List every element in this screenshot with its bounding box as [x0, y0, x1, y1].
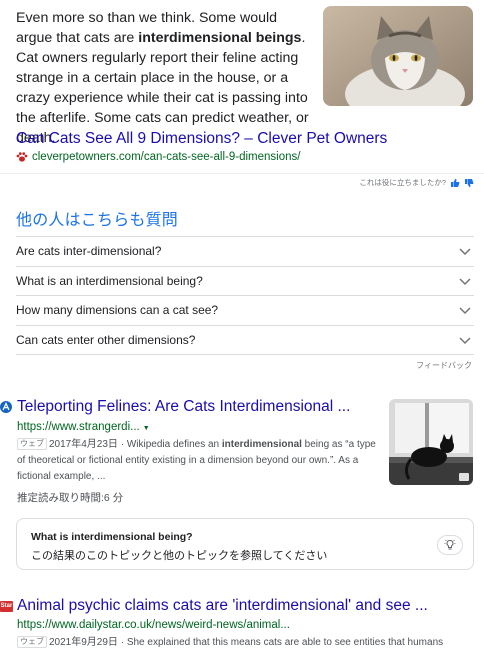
- lightbulb-icon: [444, 539, 456, 550]
- thumbs-down-icon[interactable]: [464, 178, 474, 188]
- result-title-link[interactable]: Animal psychic claims cats are 'interdim…: [17, 597, 428, 615]
- caret-down-icon[interactable]: ▼: [143, 425, 150, 432]
- result-date: 2021年9月29日: [49, 637, 118, 648]
- result-date: 2017年4月23日: [49, 439, 118, 450]
- result-url[interactable]: https://www.strangerdi... ▼: [17, 421, 150, 433]
- paa-question-text: What is an interdimensional being?: [16, 273, 203, 288]
- web-badge: ウェブ: [17, 636, 47, 648]
- snippet-text-part2: . Cat owners regularly report their feli…: [16, 30, 309, 146]
- result-snippet-pre: · Wikipedia defines an: [117, 439, 222, 450]
- paa-question-text: Are cats inter-dimensional?: [16, 244, 162, 259]
- paa-question-1[interactable]: Are cats inter-dimensional?: [16, 237, 474, 267]
- dailystar-favicon-icon: Star: [0, 601, 13, 612]
- paa-question-text: How many dimensions can a cat see?: [16, 303, 219, 318]
- web-badge: ウェブ: [17, 438, 47, 450]
- chevron-down-icon: [459, 248, 471, 256]
- chevron-down-icon: [459, 307, 471, 315]
- chevron-down-icon: [459, 278, 471, 285]
- chevron-down-icon: [459, 337, 471, 344]
- paa-question-3[interactable]: How many dimensions can a cat see?: [16, 296, 474, 326]
- paa-question-2[interactable]: What is an interdimensional being?: [16, 267, 474, 296]
- result-url-text: https://www.strangerdi...: [17, 421, 140, 433]
- snippet-title-link[interactable]: Can Cats See All 9 Dimensions? – Clever …: [16, 130, 387, 148]
- snippet-feedback-row: これは役に立ちましたか?: [359, 177, 474, 188]
- topic-box[interactable]: What is interdimensional being? この結果のこのト…: [16, 518, 474, 570]
- site-favicon-icon: [0, 401, 12, 413]
- feedback-question: これは役に立ちましたか?: [359, 178, 446, 187]
- snippet-text-bold: interdimensional beings: [138, 30, 302, 46]
- topic-subtitle: この結果のこのトピックと他のトピックを参照してください: [31, 550, 328, 562]
- lightbulb-button[interactable]: [437, 535, 463, 555]
- paa-question-text: Can cats enter other dimensions?: [16, 332, 196, 347]
- result-thumbnail[interactable]: [389, 399, 473, 485]
- result-snippet-text: · She explained that this means cats are…: [117, 637, 444, 648]
- result-url[interactable]: https://www.dailystar.co.uk/news/weird-n…: [17, 619, 290, 631]
- snippet-cat-image[interactable]: [323, 6, 473, 106]
- thumbs-up-icon[interactable]: [450, 178, 460, 188]
- snippet-text: Even more so than we think. Some would a…: [16, 8, 316, 148]
- cat-window-photo-icon: [389, 399, 473, 485]
- featured-snippet: Even more so than we think. Some would a…: [0, 0, 484, 174]
- result-snippet: ウェブ 2017年4月23日 · Wikipedia defines an int…: [17, 437, 377, 485]
- snippet-cite-url: cleverpetowners.com/can-cats-see-all-9-d…: [32, 151, 301, 163]
- result-snippet-bold: interdimensional: [221, 439, 302, 450]
- paa-question-4[interactable]: Can cats enter other dimensions?: [16, 326, 474, 355]
- topic-title: What is interdimensional being?: [31, 531, 193, 543]
- paa-feedback-link[interactable]: フィードバック: [416, 360, 472, 371]
- read-time: 推定読み取り時間:6 分: [17, 492, 124, 504]
- cat-photo-icon: [323, 6, 473, 106]
- snippet-cite[interactable]: cleverpetowners.com/can-cats-see-all-9-d…: [16, 151, 300, 163]
- paa-heading: 他の人はこちらも質問: [16, 212, 179, 229]
- paw-icon: [16, 152, 28, 162]
- paa-list: Are cats inter-dimensional? What is an i…: [16, 236, 474, 355]
- result-snippet: ウェブ 2021年9月29日 · She explained that this …: [17, 635, 477, 651]
- result-title-link[interactable]: Teleporting Felines: Are Cats Interdimen…: [17, 398, 350, 416]
